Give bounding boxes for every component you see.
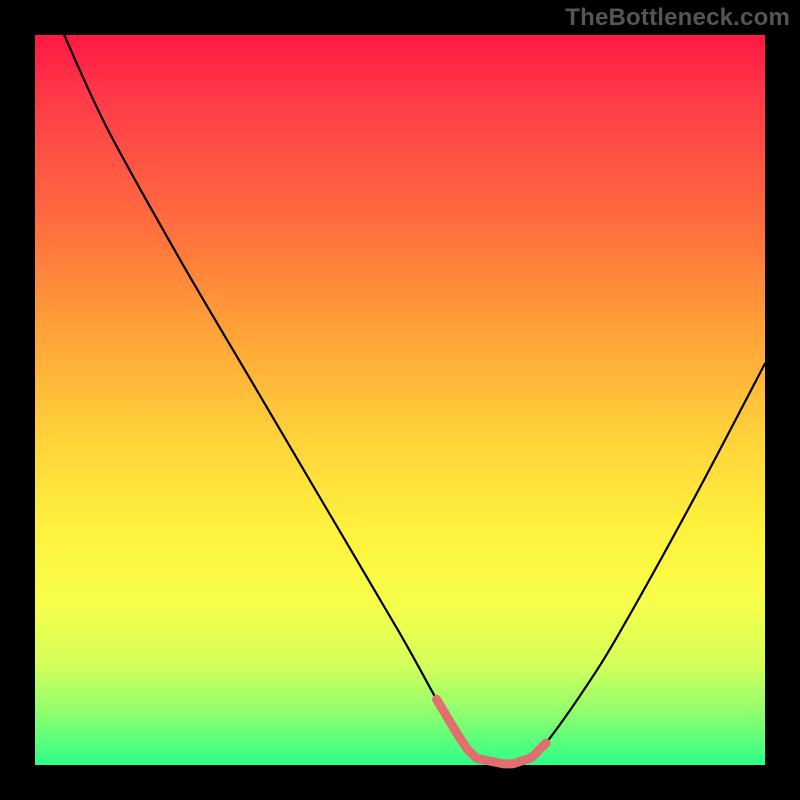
highlight-segments bbox=[437, 699, 547, 764]
plot-area bbox=[35, 35, 765, 765]
chart-frame: TheBottleneck.com bbox=[0, 0, 800, 800]
highlight-segment bbox=[437, 699, 459, 736]
highlight-segment bbox=[531, 743, 546, 758]
curve-svg bbox=[35, 35, 765, 765]
bottleneck-curve bbox=[64, 35, 765, 765]
highlight-segment bbox=[458, 736, 531, 764]
attribution-label: TheBottleneck.com bbox=[565, 4, 790, 32]
